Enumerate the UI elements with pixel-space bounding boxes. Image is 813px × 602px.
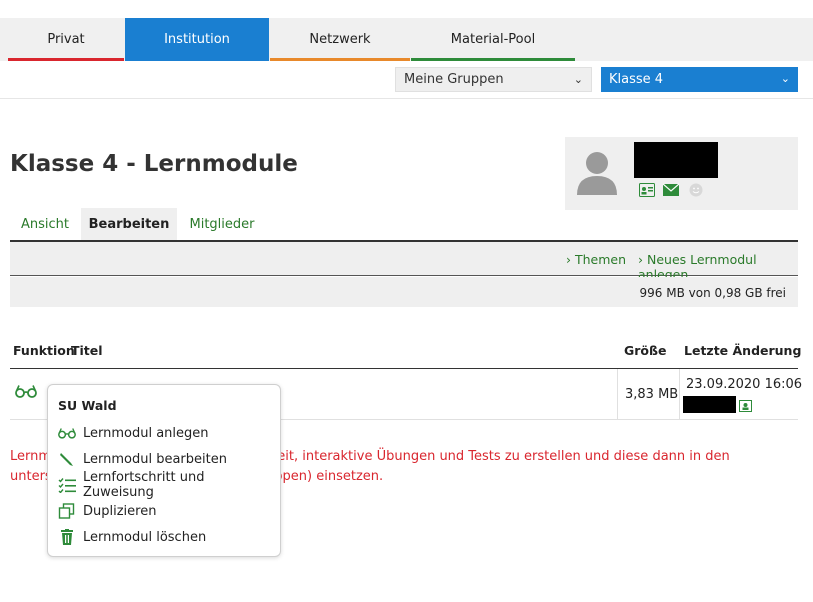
checklist-icon xyxy=(58,478,76,493)
menu-item-label: Lernmodul anlegen xyxy=(83,425,209,441)
redacted-user xyxy=(683,396,736,413)
contact-card-icon[interactable] xyxy=(739,400,752,412)
column-divider xyxy=(617,369,618,419)
storage-quota: 996 MB von 0,98 GB frei xyxy=(639,286,786,300)
header-groesse[interactable]: Größe xyxy=(624,343,666,358)
menu-item-label: Lernmodul bearbeiten xyxy=(83,451,227,467)
tab-label: Mitglieder xyxy=(189,217,255,232)
tab-bearbeiten[interactable]: Bearbeiten xyxy=(81,208,177,241)
file-size: 3,83 MB xyxy=(625,387,679,402)
page-title: Klasse 4 - Lernmodule xyxy=(10,151,298,177)
menu-title: SU Wald xyxy=(58,398,117,413)
groups-select[interactable]: Meine Gruppen ⌄ xyxy=(395,67,592,92)
menu-item-label: Lernmodul löschen xyxy=(83,529,207,545)
themen-link[interactable]: › Themen xyxy=(566,252,626,267)
column-divider xyxy=(679,369,680,419)
header-funktion: Funktion xyxy=(13,343,75,358)
menu-item-label: Duplizieren xyxy=(83,503,157,519)
glasses-icon xyxy=(58,428,76,439)
tab-privat[interactable]: Privat xyxy=(8,18,124,61)
pencil-icon xyxy=(60,453,73,466)
menu-item-lernmodul-anlegen[interactable]: Lernmodul anlegen xyxy=(58,422,274,444)
tab-label: Netzwerk xyxy=(309,32,371,47)
class-select[interactable]: Klasse 4 ⌄ xyxy=(601,67,798,92)
tab-label: Privat xyxy=(47,32,85,47)
mail-icon[interactable] xyxy=(663,183,679,197)
menu-item-label: Lernfortschritt und Zuweisung xyxy=(83,470,205,500)
avatar-icon xyxy=(577,152,617,195)
quota-bar: 996 MB von 0,98 GB frei xyxy=(10,277,798,307)
duplicate-icon xyxy=(58,503,75,519)
tab-ansicht[interactable]: Ansicht xyxy=(10,208,80,241)
glasses-icon[interactable] xyxy=(15,384,37,398)
menu-item-lernmodul-loeschen[interactable]: Lernmodul löschen xyxy=(58,526,274,548)
themen-label: Themen xyxy=(574,252,627,267)
tab-netzwerk[interactable]: Netzwerk xyxy=(270,18,410,61)
tab-institution[interactable]: Institution xyxy=(125,18,269,61)
last-modified-date: 23.09.2020 16:06 xyxy=(686,377,803,392)
divider xyxy=(0,98,813,99)
tab-label: Institution xyxy=(164,32,230,47)
chevron-down-icon: ⌄ xyxy=(780,72,790,85)
tab-mitglieder[interactable]: Mitglieder xyxy=(178,208,266,241)
menu-item-duplizieren[interactable]: Duplizieren xyxy=(58,500,274,522)
class-select-value: Klasse 4 xyxy=(609,72,664,87)
redacted-name xyxy=(634,142,718,178)
tab-label: Material-Pool xyxy=(450,32,536,47)
header-titel[interactable]: Titel xyxy=(71,343,103,358)
action-bar: › Themen › Neues Lernmodul anlegen xyxy=(10,242,798,282)
menu-item-lernmodul-bearbeiten[interactable]: Lernmodul bearbeiten xyxy=(58,448,274,470)
tab-underline xyxy=(8,58,124,61)
contact-card-icon[interactable] xyxy=(639,183,655,197)
trash-icon xyxy=(61,529,73,545)
groups-select-value: Meine Gruppen xyxy=(404,72,504,87)
status-smiley-icon xyxy=(689,183,703,197)
tab-label: Bearbeiten xyxy=(88,217,170,232)
context-menu: SU Wald Lernmodul anlegen Lernmodul bear… xyxy=(47,384,281,557)
tab-underline xyxy=(270,58,410,61)
menu-item-lernfortschritt[interactable]: Lernfortschritt und Zuweisung xyxy=(58,470,274,500)
chevron-down-icon: ⌄ xyxy=(573,73,583,86)
tab-material-pool[interactable]: Material-Pool xyxy=(411,18,575,61)
tab-underline xyxy=(411,58,575,61)
header-letzte-aenderung[interactable]: Letzte Änderung xyxy=(684,343,801,358)
profile-card xyxy=(565,137,798,210)
tab-label: Ansicht xyxy=(20,217,69,232)
